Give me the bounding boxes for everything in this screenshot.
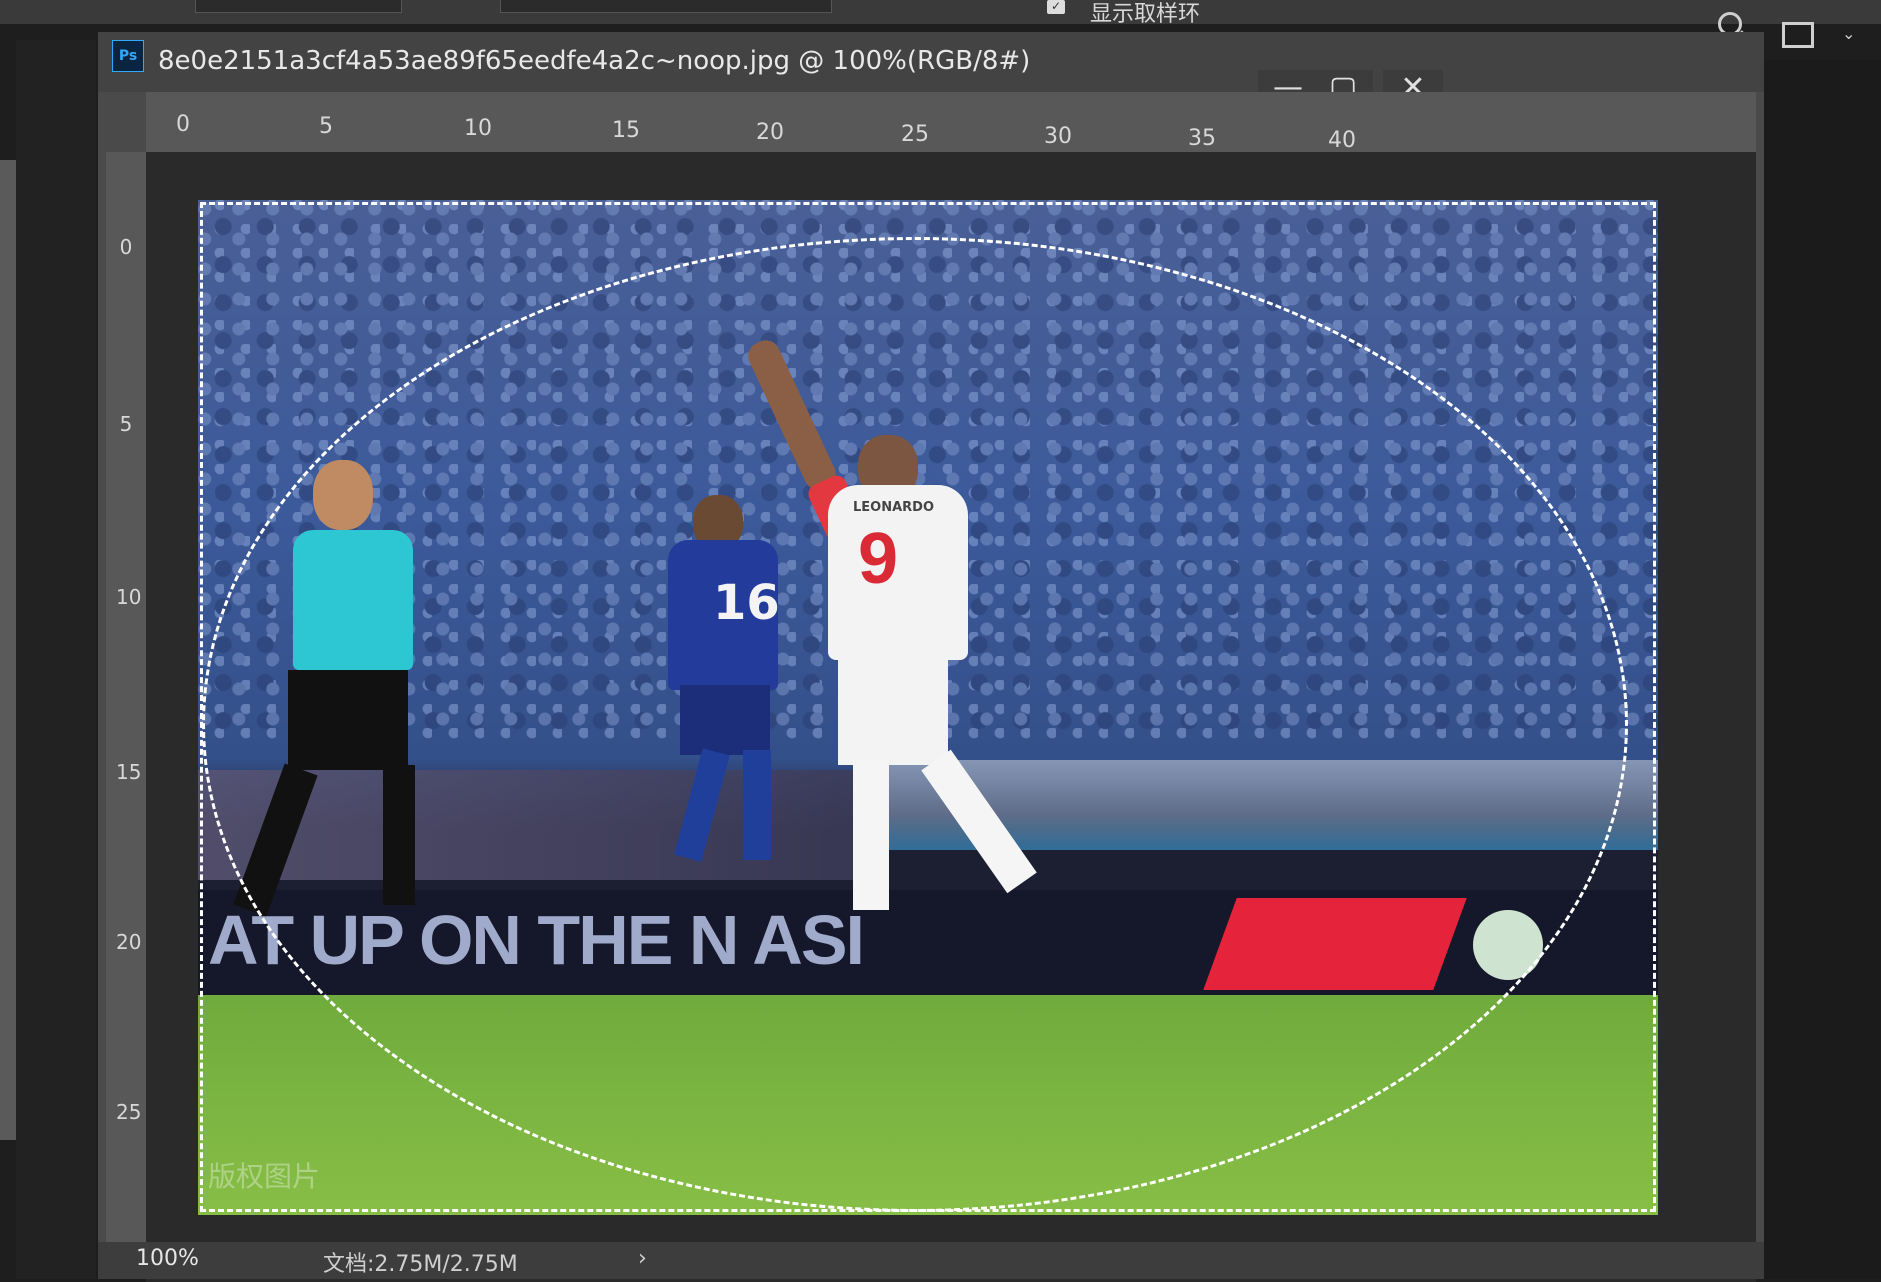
sample-layers-dropdown[interactable] xyxy=(500,0,832,13)
ruler-label: 15 xyxy=(612,118,640,143)
referee-shorts xyxy=(288,670,408,770)
document-tab[interactable]: Ps 8e0e2151a3cf4a53ae89f65eedfe4a2c~noop… xyxy=(98,32,1764,92)
show-sampling-ring-checkbox[interactable]: ✓ xyxy=(1047,0,1065,14)
ruler-label: 15 xyxy=(116,760,142,784)
show-sampling-ring-label: 显示取样环 xyxy=(1090,2,1201,27)
document-size[interactable]: 文档:2.75M/2.75M xyxy=(323,1246,518,1278)
ruler-label: 0 xyxy=(176,112,190,137)
toolbar-panel xyxy=(16,40,96,1279)
image-canvas[interactable]: AT UP ON THE N ASI 16 LEONARDO 9 版权图片 xyxy=(198,200,1658,1215)
billboard-slogan: AT UP ON THE N ASI xyxy=(208,901,865,979)
blue-player-leg xyxy=(743,750,771,860)
league-badge xyxy=(1473,910,1543,980)
white-player-leg xyxy=(853,760,889,910)
white-player-name: LEONARDO xyxy=(853,500,935,515)
photoshop-icon: Ps xyxy=(112,40,144,72)
ruler-label: 30 xyxy=(1044,124,1072,149)
ruler-label: 10 xyxy=(464,116,492,141)
options-bar: ✓ 显示取样环 ⌄ xyxy=(0,0,1881,48)
referee-shirt xyxy=(293,530,413,670)
zoom-level[interactable]: 100% xyxy=(136,1246,199,1271)
referee-leg xyxy=(383,765,415,905)
ruler-label: 10 xyxy=(116,585,142,609)
blue-player-number: 16 xyxy=(713,575,780,631)
vertical-ruler[interactable]: 0 5 10 15 20 25 xyxy=(106,152,146,1272)
ruler-label: 5 xyxy=(319,114,333,139)
ruler-label: 25 xyxy=(116,1100,142,1124)
tool-option-dropdown[interactable] xyxy=(195,0,402,13)
referee-head xyxy=(313,460,373,530)
status-bar: 100% 文档:2.75M/2.75M › xyxy=(98,1242,1764,1279)
ruler-label: 0 xyxy=(119,235,133,259)
document-window: Ps 8e0e2151a3cf4a53ae89f65eedfe4a2c~noop… xyxy=(98,32,1764,1282)
horizontal-ruler[interactable]: 0 5 10 15 20 25 30 35 40 xyxy=(146,92,1756,153)
workspace-icon[interactable] xyxy=(1782,22,1814,48)
ruler-label: 20 xyxy=(756,120,784,145)
document-title: 8e0e2151a3cf4a53ae89f65eedfe4a2c~noop.jp… xyxy=(158,46,1031,76)
chevron-down-icon[interactable]: ⌄ xyxy=(1842,24,1855,43)
blue-player-shorts xyxy=(680,685,770,755)
led-billboard: AT UP ON THE N ASI xyxy=(198,890,1658,995)
white-player-number: 9 xyxy=(858,519,899,599)
ruler-label: 5 xyxy=(119,412,133,436)
right-panel-area xyxy=(1764,60,1881,1279)
toolbar-edge xyxy=(0,160,16,1140)
ruler-label: 25 xyxy=(901,122,929,147)
sponsor-logo xyxy=(1203,898,1467,990)
ruler-label: 40 xyxy=(1328,128,1356,153)
status-menu-arrow[interactable]: › xyxy=(638,1246,647,1271)
ruler-label: 35 xyxy=(1188,126,1216,151)
copyright-watermark: 版权图片 xyxy=(208,1160,321,1193)
white-player-shorts xyxy=(838,655,948,765)
ruler-label: 20 xyxy=(116,930,142,954)
